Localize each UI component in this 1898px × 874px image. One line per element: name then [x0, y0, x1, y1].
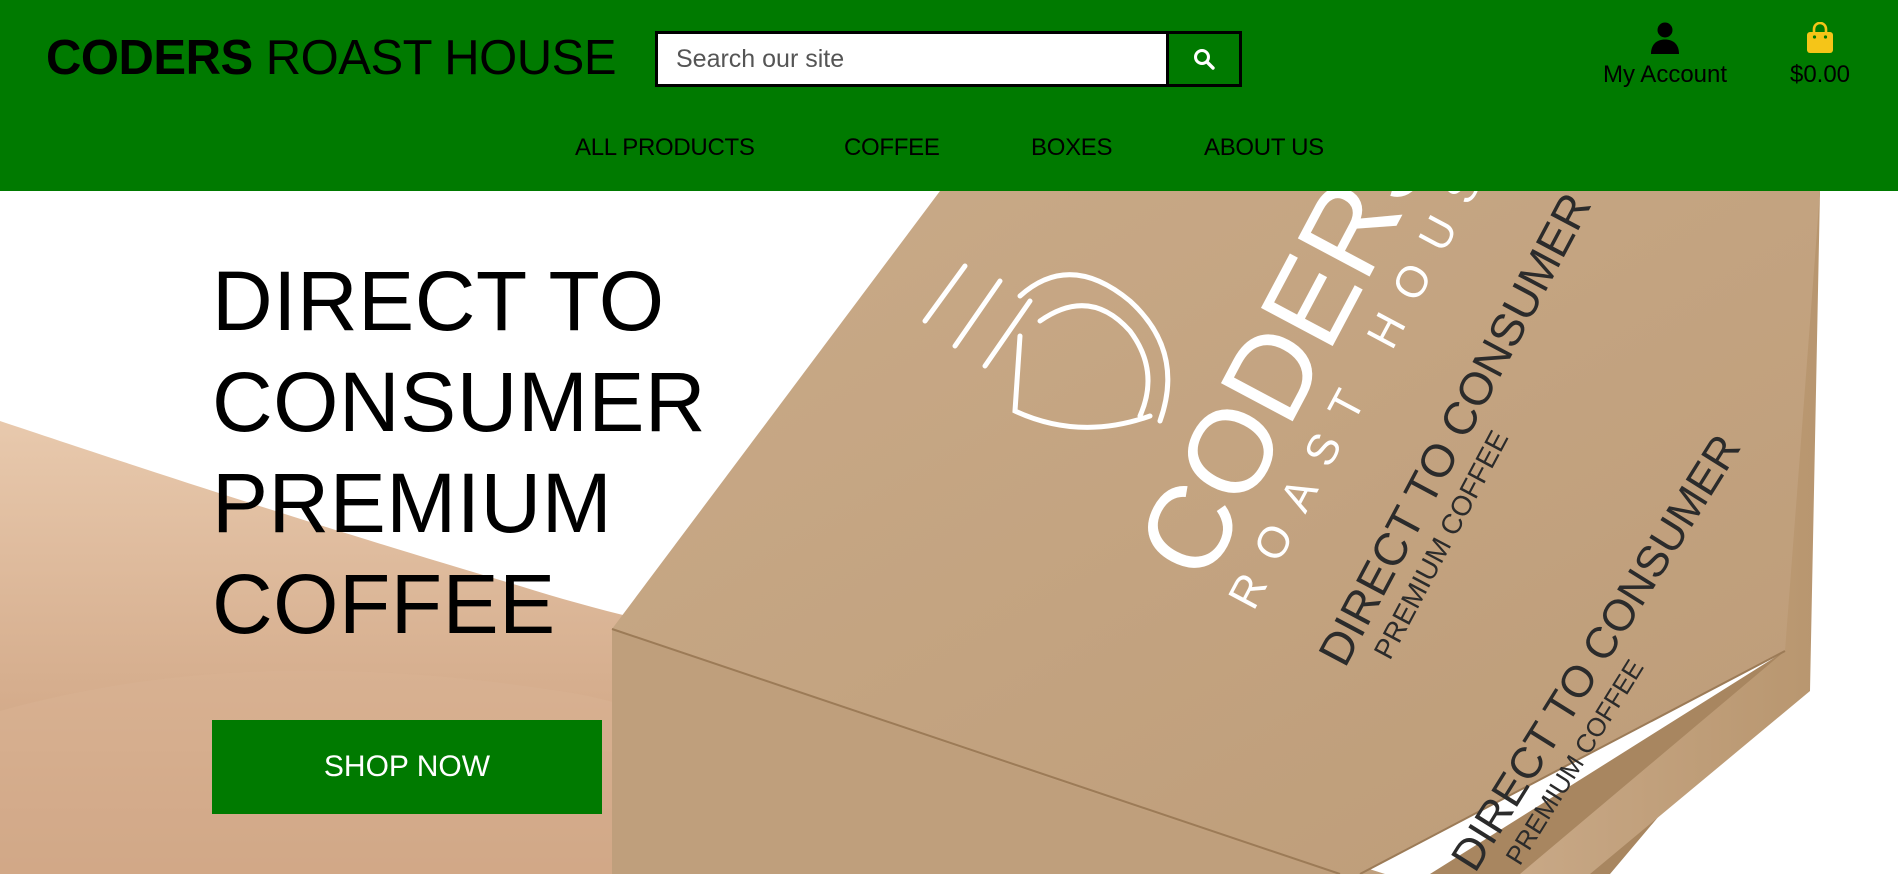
cart-link[interactable]: $0.00	[1780, 21, 1860, 89]
hero-title-line-2: CONSUMER	[212, 355, 707, 449]
brand-logo[interactable]: CODERS ROAST HOUSE	[46, 30, 617, 86]
cart-total: $0.00	[1789, 61, 1851, 88]
shop-now-button[interactable]: SHOP NOW	[212, 720, 602, 814]
main-nav: ALL PRODUCTS COFFEE BOXES ABOUT US	[0, 134, 1898, 164]
search-icon	[1194, 49, 1215, 70]
nav-coffee[interactable]: COFFEE	[844, 134, 940, 162]
search-input[interactable]	[655, 31, 1166, 87]
search-form	[655, 31, 1242, 87]
hero-section: CODERS ROAST HOUSE DIRECT TO CONSUMER PR…	[0, 191, 1898, 874]
hero-title-line-4: COFFEE	[212, 557, 556, 651]
hero-title: DIRECT TO CONSUMER PREMIUM COFFEE	[212, 251, 772, 655]
nav-about-us[interactable]: ABOUT US	[1204, 134, 1324, 162]
search-button[interactable]	[1166, 31, 1242, 87]
nav-boxes[interactable]: BOXES	[1031, 134, 1113, 162]
nav-all-products[interactable]: ALL PRODUCTS	[575, 134, 755, 162]
my-account-link[interactable]: My Account	[1590, 22, 1740, 89]
hero-title-line-3: PREMIUM	[212, 456, 613, 550]
my-account-label: My Account	[1602, 61, 1728, 88]
site-header: CODERS ROAST HOUSE My Account $0.00 ALL …	[0, 0, 1898, 191]
brand-name-light: ROAST HOUSE	[265, 31, 617, 85]
brand-name-bold: CODERS	[46, 31, 253, 85]
user-icon	[1651, 22, 1679, 54]
hero-title-line-1: DIRECT TO	[212, 254, 665, 348]
shopping-bag-icon	[1807, 21, 1833, 53]
